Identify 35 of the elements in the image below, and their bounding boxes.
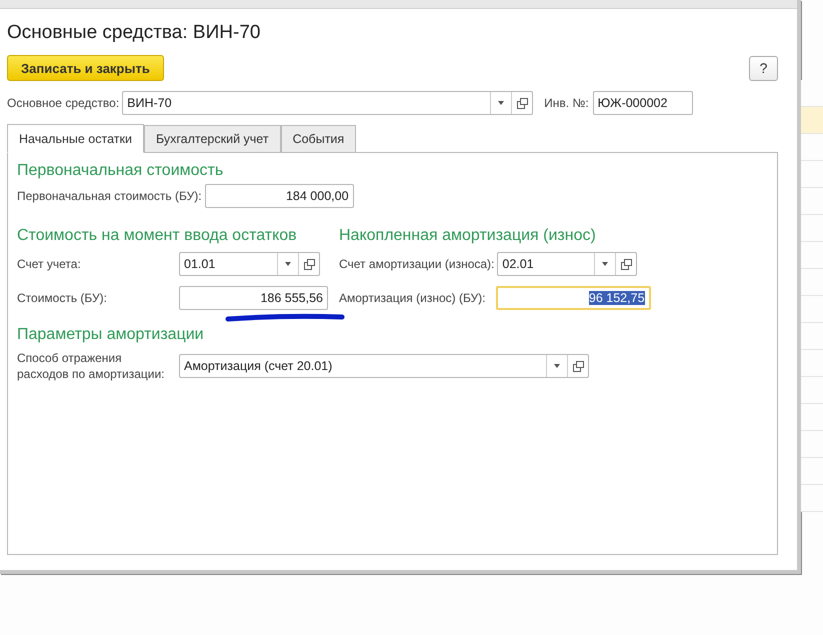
field-label: Амортизация (износ) (БУ): [339, 291, 486, 305]
tab[interactable]: Начальные остатки [7, 124, 144, 153]
dropdown-field[interactable]: Амортизация (счет 20.01) [179, 354, 589, 378]
tab[interactable]: События [280, 125, 356, 153]
open-icon[interactable] [572, 360, 584, 372]
help-button[interactable]: ? [749, 56, 778, 80]
dropdown-field[interactable]: 02.01 [497, 252, 638, 276]
dropdown-arrow-icon[interactable] [554, 364, 560, 368]
open-icon[interactable] [620, 258, 632, 270]
open-icon[interactable] [516, 98, 528, 108]
input-field[interactable]: 96 152,75 [496, 286, 651, 310]
input-field[interactable]: ЮЖ-000002 [592, 91, 693, 115]
tab[interactable]: Бухгалтерский учет [144, 125, 281, 153]
highlighted-row [801, 107, 823, 133]
dropdown-field[interactable]: ВИН-70 [122, 91, 534, 115]
field-label: Основное средство: [7, 96, 120, 110]
save-and-close-button[interactable]: Записать и закрыть [7, 55, 164, 81]
field-label: Счет амортизации (износа): [339, 257, 494, 271]
dropdown-arrow-icon[interactable] [285, 262, 291, 266]
field-label: Первоначальная стоимость (БУ): [17, 189, 202, 203]
field-label: Способ отражения расходов по амортизации: [17, 350, 166, 382]
dropdown-arrow-icon[interactable] [498, 101, 504, 105]
field-label: Инв. №: [544, 96, 589, 110]
input-field[interactable]: 186 555,56 [179, 286, 328, 310]
input-field[interactable]: 184 000,00 [204, 184, 354, 208]
window-title: Основные средства: ВИН-70 [6, 21, 262, 43]
field-label: Счет учета: [17, 257, 82, 271]
section-heading: Параметры амортизации [17, 326, 205, 344]
section-heading: Стоимость на момент ввода остатков [17, 227, 298, 245]
dropdown-arrow-icon[interactable] [602, 262, 608, 266]
dropdown-field[interactable]: 01.01 [179, 252, 320, 276]
open-icon[interactable] [304, 258, 314, 270]
field-label: Стоимость (БУ): [17, 291, 108, 305]
section-heading: Первоначальная стоимость [17, 162, 224, 180]
section-heading: Накопленная амортизация (износ) [339, 227, 597, 245]
